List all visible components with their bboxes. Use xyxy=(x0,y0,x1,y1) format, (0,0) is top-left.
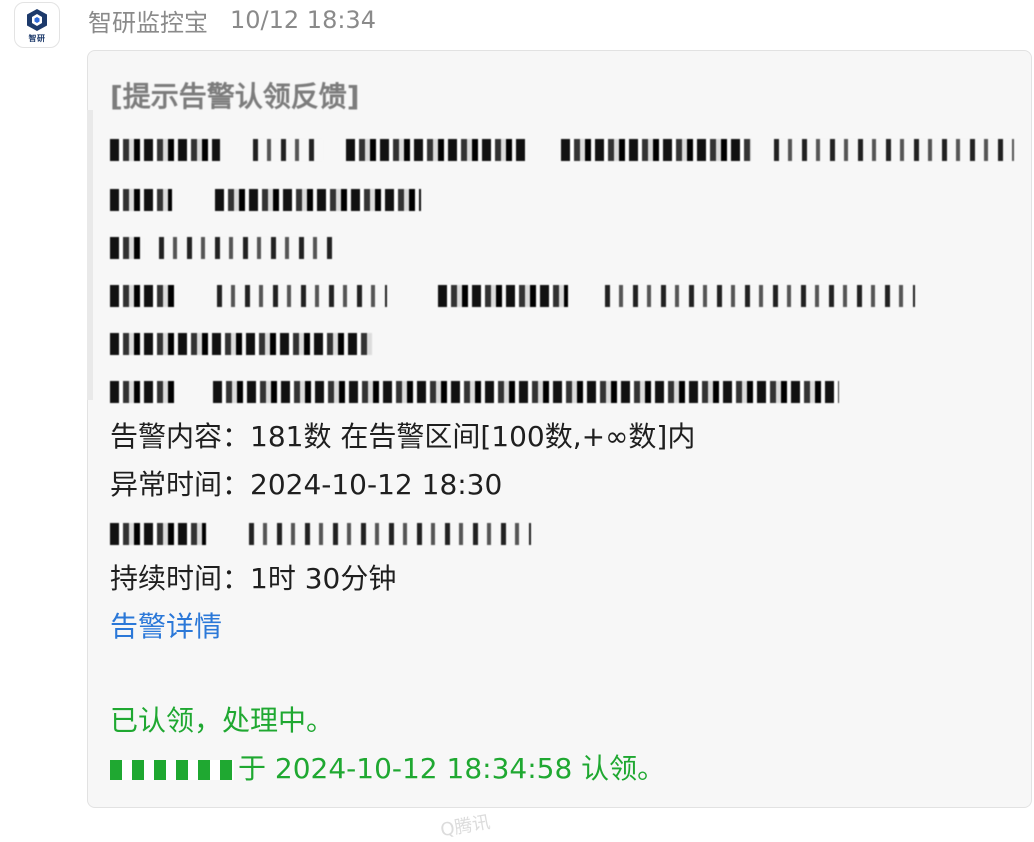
redacted-line xyxy=(110,180,421,218)
sender-name[interactable]: 智研监控宝 xyxy=(88,3,208,38)
alert-detail-link[interactable]: 告警详情 xyxy=(110,608,222,646)
avatar-label: 智研 xyxy=(28,34,46,43)
cube-logo-icon xyxy=(27,9,47,31)
redacted-username xyxy=(110,760,234,780)
quote-bar xyxy=(87,110,93,400)
message-time: 10/12 18:34 xyxy=(230,6,376,34)
claimed-by: 于 2024-10-12 18:34:58 认领。 xyxy=(110,750,665,788)
abnormal-time: 异常时间：2024-10-12 18:30 xyxy=(110,468,503,501)
duration: 持续时间：1时 30分钟 xyxy=(110,562,397,595)
alert-content: 告警内容：181数 在告警区间[100数,+∞数]内 xyxy=(110,420,696,453)
redacted-line xyxy=(110,130,1014,168)
watermark: Q腾讯 xyxy=(438,811,492,842)
redacted-line xyxy=(110,324,372,362)
redacted-line xyxy=(110,372,839,410)
claimed-status: 已认领，处理中。 xyxy=(110,704,335,737)
redacted-line xyxy=(110,276,915,314)
message-meta: 智研监控宝 10/12 18:34 xyxy=(88,3,376,38)
redacted-line xyxy=(110,228,339,266)
message-header: [提示告警认领反馈] xyxy=(110,80,360,113)
claimed-by-text: 于 2024-10-12 18:34:58 认领。 xyxy=(238,752,666,785)
sender-avatar[interactable]: 智研 xyxy=(14,2,60,48)
redacted-line xyxy=(110,514,531,552)
